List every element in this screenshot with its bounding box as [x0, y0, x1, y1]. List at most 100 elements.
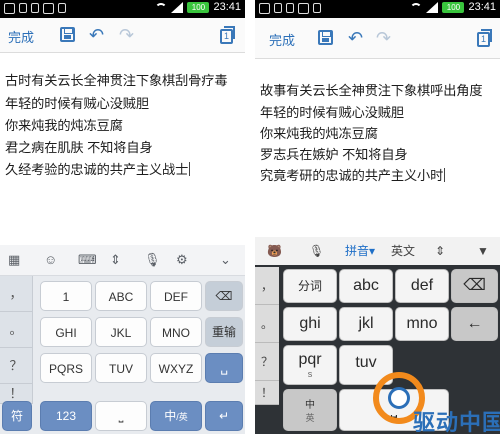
text-line: 故事有关云长全神贯注下象棋呼出角度: [260, 83, 483, 98]
pinyin-tab[interactable]: 拼音▾: [345, 243, 375, 259]
text-line: 罗志兵在嫉妒 不知将自身: [260, 147, 408, 162]
text-cursor: [189, 162, 191, 176]
key-abc[interactable]: ABC: [95, 281, 147, 311]
microphone-icon[interactable]: 🎙: [144, 252, 161, 268]
cursor-move-icon[interactable]: ⇕: [435, 243, 445, 259]
emoji-icon[interactable]: ☺: [44, 252, 57, 268]
key-mno[interactable]: mno: [395, 307, 449, 341]
num-key[interactable]: 123: [40, 401, 92, 431]
text-line: 年轻的时候有贼心没贼胆: [260, 105, 404, 120]
backspace-icon: ⌫: [215, 289, 233, 303]
key-pqrs[interactable]: PQRS: [40, 353, 92, 383]
exclaim-key[interactable]: ！: [255, 381, 279, 405]
status-bar: 100 23:41: [0, 0, 245, 18]
lang-zh: 中: [164, 409, 177, 423]
battery-icon: 100: [442, 1, 465, 13]
key-ghi[interactable]: GHI: [40, 317, 92, 347]
redo-icon[interactable]: ↷: [119, 26, 134, 44]
wifi-icon: [410, 2, 423, 12]
editor-toolbar: 完成 ↶ ↷ 1: [255, 18, 500, 59]
watermark-logo: 驱动中国: [373, 372, 500, 435]
key-mno[interactable]: MNO: [150, 317, 202, 347]
debug-icon: [313, 3, 321, 13]
chevron-down-icon[interactable]: ⌄: [220, 252, 231, 268]
question-key[interactable]: ？: [0, 348, 33, 384]
key-ghi[interactable]: ghi: [283, 307, 337, 341]
backspace-icon: ⌫: [463, 277, 486, 294]
right-phone-screen: 100 23:41 完成 ↶ ↷ 1 故事有关云长全神贯注下象棋呼出角度 年轻的…: [255, 0, 500, 434]
key-segment[interactable]: 分词: [283, 269, 337, 303]
lang-switch-key[interactable]: 中/英: [150, 401, 202, 431]
key-wxyz[interactable]: WXYZ: [150, 353, 202, 383]
grid-icon[interactable]: ▦: [8, 252, 20, 268]
text-line: 究竟考研的忠诚的共产主义小时: [260, 168, 444, 183]
microphone-icon[interactable]: 🎙: [309, 243, 324, 259]
status-bar: 100 23:41: [255, 0, 500, 18]
editor-toolbar: 完成 ↶ ↷ 1: [0, 18, 245, 53]
pages-icon[interactable]: 1: [477, 29, 492, 47]
undo-icon[interactable]: ↶: [89, 26, 104, 44]
done-button[interactable]: 完成: [8, 27, 34, 46]
signal-icon: [171, 1, 184, 13]
comma-key[interactable]: ，: [0, 276, 33, 312]
space-key[interactable]: ⎵: [95, 401, 147, 431]
key-tuv[interactable]: TUV: [95, 353, 147, 383]
wifi-icon: [155, 2, 168, 12]
gear-icon[interactable]: ⚙: [176, 252, 188, 268]
enter-key[interactable]: ↵: [205, 401, 243, 431]
space-icon: ⎵: [118, 409, 124, 423]
key-1[interactable]: 1: [40, 281, 92, 311]
text-line: 君之病在肌肤 不知将自身: [5, 140, 153, 155]
clock: 23:41: [468, 1, 496, 13]
collapse-keyboard-icon[interactable]: ▼: [477, 243, 489, 259]
mail-icon: [43, 3, 54, 14]
keyboard-toolbar: ▦ ☺ ⌨ ⇕ 🎙 ⚙ ⌄: [0, 245, 245, 276]
backspace-key[interactable]: ⌫: [451, 269, 498, 303]
text-cursor: [444, 168, 446, 182]
lang-switch-key[interactable]: 中英: [283, 389, 337, 431]
mail-icon: [298, 3, 309, 14]
battery-icon: 100: [187, 1, 210, 13]
key-pqrs[interactable]: pqr s: [283, 345, 337, 385]
left-phone-screen: 100 23:41 完成 ↶ ↷ 1 古时有关云长全神贯注下象棋刮骨疗毒 年轻的…: [0, 0, 245, 434]
relearn-key[interactable]: 重输: [205, 317, 243, 347]
bear-logo-icon[interactable]: 🐻: [267, 243, 282, 259]
notification-icon: [259, 3, 270, 14]
symbol-key[interactable]: 符: [2, 401, 32, 431]
usb-icon: [19, 3, 27, 13]
period-key[interactable]: 。: [0, 312, 33, 348]
debug-icon: [58, 3, 66, 13]
question-key[interactable]: ？: [255, 343, 279, 381]
enter-icon: ↵: [218, 409, 230, 423]
key-jkl[interactable]: JKL: [95, 317, 147, 347]
space-side-key[interactable]: ␣: [205, 353, 243, 383]
key-abc[interactable]: abc: [339, 269, 393, 303]
text-line: 古时有关云长全神贯注下象棋刮骨疗毒: [5, 73, 228, 88]
save-icon[interactable]: [60, 27, 75, 42]
text-line: 你来炖我的炖冻豆腐: [260, 126, 378, 141]
signal-icon: [426, 1, 439, 13]
backspace-key[interactable]: ⌫: [205, 281, 243, 311]
redo-icon[interactable]: ↷: [376, 29, 391, 47]
key-def[interactable]: DEF: [150, 281, 202, 311]
keyboard-toolbar: 🐻 🎙 拼音▾ 英文 ⇕ ▼: [255, 237, 500, 265]
lang-en: /英: [176, 412, 188, 422]
text-line: 久经考验的忠诚的共产主义战士: [5, 162, 189, 177]
done-button[interactable]: 完成: [269, 30, 295, 49]
keyboard-icon[interactable]: ⌨: [78, 252, 97, 268]
watermark-text: 驱动中国: [413, 410, 500, 435]
english-tab[interactable]: 英文: [391, 243, 415, 259]
comma-key[interactable]: ，: [255, 267, 279, 305]
text-line: 你来炖我的炖冻豆腐: [5, 118, 123, 133]
save-icon[interactable]: [318, 30, 333, 45]
clear-key[interactable]: ←: [451, 307, 498, 341]
pages-icon[interactable]: 1: [220, 26, 235, 44]
key-def[interactable]: def: [395, 269, 449, 303]
text-line-last: 久经考验的忠诚的共产主义战士: [5, 159, 191, 178]
period-key[interactable]: 。: [255, 305, 279, 343]
clock: 23:41: [213, 1, 241, 13]
phone-icon: [31, 3, 39, 13]
undo-icon[interactable]: ↶: [348, 29, 363, 47]
cursor-move-icon[interactable]: ⇕: [110, 252, 121, 268]
key-jkl[interactable]: jkl: [339, 307, 393, 341]
